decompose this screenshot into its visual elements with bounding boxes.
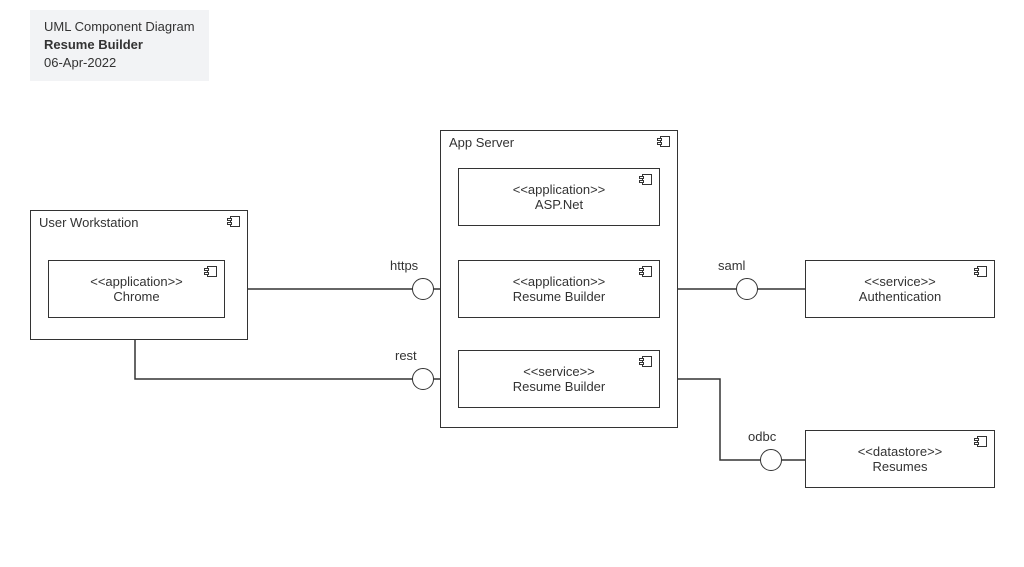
connector-label-odbc: odbc [748, 429, 776, 444]
component-icon [204, 266, 218, 278]
component-icon [227, 216, 241, 228]
stereotype: <<application>> [513, 274, 606, 289]
component-icon [639, 174, 653, 186]
component-name: ASP.Net [535, 197, 583, 212]
component-icon [974, 436, 988, 448]
diagram-date: 06-Apr-2022 [44, 54, 195, 72]
stereotype: <<service>> [523, 364, 595, 379]
interface-saml [736, 278, 758, 300]
connector-label-https: https [390, 258, 418, 273]
component-aspnet: <<application>> ASP.Net [458, 168, 660, 226]
diagram-type: UML Component Diagram [44, 18, 195, 36]
container-label-app-server: App Server [449, 135, 514, 150]
connector-label-rest: rest [395, 348, 417, 363]
component-name: Resume Builder [513, 379, 606, 394]
stereotype: <<service>> [864, 274, 936, 289]
interface-rest [412, 368, 434, 390]
stereotype: <<datastore>> [858, 444, 943, 459]
component-name: Chrome [113, 289, 159, 304]
component-icon [657, 136, 671, 148]
component-resume-builder-svc: <<service>> Resume Builder [458, 350, 660, 408]
component-name: Resumes [873, 459, 928, 474]
connector-label-saml: saml [718, 258, 745, 273]
component-icon [639, 356, 653, 368]
stereotype: <<application>> [513, 182, 606, 197]
component-chrome: <<application>> Chrome [48, 260, 225, 318]
interface-https [412, 278, 434, 300]
component-name: Authentication [859, 289, 941, 304]
interface-odbc [760, 449, 782, 471]
diagram-header: UML Component Diagram Resume Builder 06-… [30, 10, 209, 81]
diagram-name: Resume Builder [44, 36, 195, 54]
component-name: Resume Builder [513, 289, 606, 304]
component-resume-builder-app: <<application>> Resume Builder [458, 260, 660, 318]
component-authentication: <<service>> Authentication [805, 260, 995, 318]
stereotype: <<application>> [90, 274, 183, 289]
component-resumes: <<datastore>> Resumes [805, 430, 995, 488]
container-label-user-workstation: User Workstation [39, 215, 138, 230]
component-icon [639, 266, 653, 278]
component-icon [974, 266, 988, 278]
